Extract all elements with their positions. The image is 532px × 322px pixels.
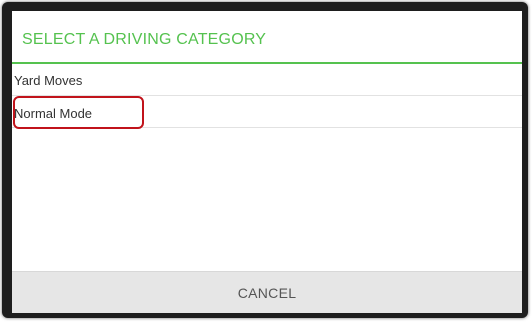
driving-category-dialog: SELECT A DRIVING CATEGORY Yard Moves Nor… [12,11,522,313]
selection-highlight-outline [13,96,144,129]
device-frame: SELECT A DRIVING CATEGORY Yard Moves Nor… [2,2,528,318]
list-item-label: Yard Moves [14,73,83,88]
dialog-header: SELECT A DRIVING CATEGORY [12,11,522,64]
cancel-button[interactable]: CANCEL [12,271,522,313]
list-item-yard-moves[interactable]: Yard Moves [12,64,522,96]
dialog-title: SELECT A DRIVING CATEGORY [22,31,267,48]
cancel-button-label: CANCEL [237,285,297,301]
